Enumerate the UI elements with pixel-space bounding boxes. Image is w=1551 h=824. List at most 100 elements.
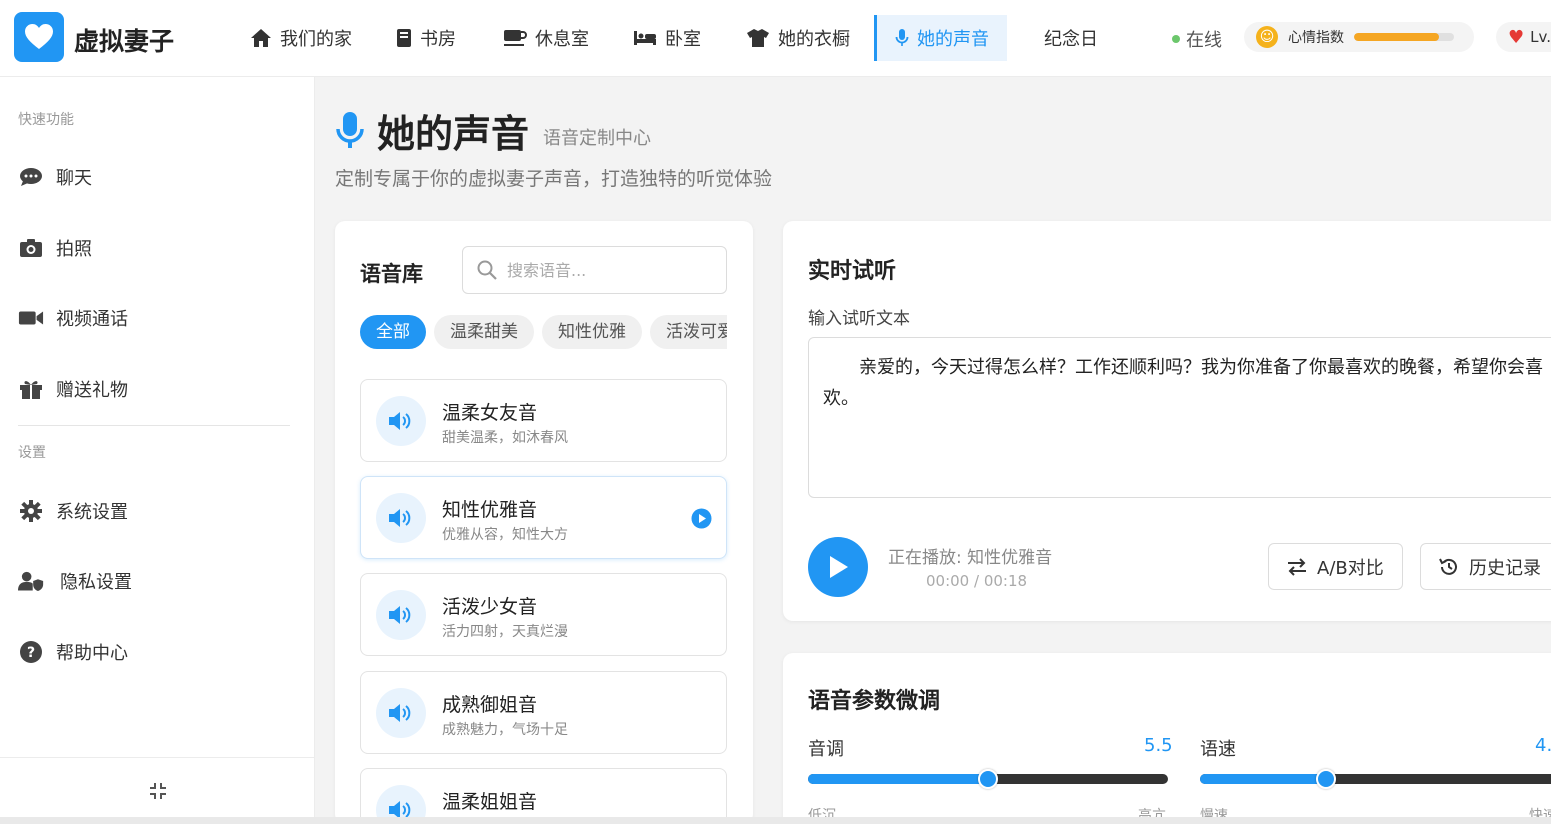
section-settings-title: 设置 [18,445,46,461]
level-badge[interactable]: ♥ Lv. [1496,22,1551,52]
sidebar: 快速功能 聊天 拍照 视频通话 赠送礼物 设置 系统设置 隐私设置 ? 帮助中心 [0,77,315,824]
filter-chip-lively[interactable]: 活泼可爱 [650,315,727,349]
online-status: 在线 [1172,26,1222,52]
filter-chip-all[interactable]: 全部 [360,315,426,349]
bottom-strip [0,817,1551,824]
sidebar-item-system-settings[interactable]: 系统设置 [18,498,128,524]
voice-desc: 优雅从容，知性大方 [442,527,568,543]
mood-bar-fill [1354,33,1439,41]
swap-arrows-icon [1288,557,1306,576]
history-button[interactable]: 历史记录 [1420,543,1551,590]
sidebar-item-label: 视频通话 [56,309,128,330]
pitch-slider-fill [808,774,988,784]
sidebar-item-help[interactable]: ? 帮助中心 [18,639,128,665]
sidebar-item-label: 帮助中心 [56,643,128,664]
nav-label: 纪念日 [1044,29,1098,50]
gear-icon [20,500,42,522]
voice-name: 活泼少女音 [442,596,538,618]
sidebar-item-label: 聊天 [56,168,92,189]
bed-icon [634,31,656,45]
search-icon [477,260,497,280]
user-shield-icon [18,571,44,591]
play-button[interactable] [808,537,868,597]
live-preview-card: 实时试听 输入试听文本 亲爱的，今天过得怎么样？工作还顺利吗？我为你准备了你最喜… [783,221,1551,621]
speed-slider-fill [1200,774,1326,784]
voice-item[interactable]: 成熟御姐音 成熟魅力，气场十足 [360,671,727,754]
microphone-icon [895,29,909,46]
heart-logo-icon[interactable] [14,12,64,62]
nav-item-wardrobe[interactable]: 她的衣橱 [746,15,850,61]
top-navbar: 虚拟妻子 我们的家 书房 休息室 卧室 她的衣橱 她的声音 纪念日 在线 ☺ 心… [0,0,1551,77]
help-icon: ? [20,641,42,663]
filter-chip-sweet[interactable]: 温柔甜美 [434,315,534,349]
svg-text:?: ? [27,645,35,661]
voice-item-selected[interactable]: 知性优雅音 优雅从容，知性大方 [360,476,727,559]
filter-chip-elegant[interactable]: 知性优雅 [542,315,642,349]
params-title: 语音参数微调 [808,689,941,714]
pitch-slider[interactable] [808,769,1168,789]
heart-icon: ♥ [1508,26,1525,48]
nav-item-lounge[interactable]: 休息室 [503,15,589,61]
pitch-value: 5.5 [1144,735,1173,756]
speed-label: 语速 [1200,739,1236,760]
speaker-icon [376,590,426,640]
sidebar-item-label: 系统设置 [56,502,128,523]
status-text: 在线 [1186,30,1222,51]
voice-name: 温柔姐姐音 [442,791,538,813]
ab-compare-button[interactable]: A/B对比 [1268,543,1403,590]
history-label: 历史记录 [1469,557,1541,579]
status-dot-icon [1172,35,1180,43]
voice-name: 知性优雅音 [442,499,538,521]
nav-item-home[interactable]: 我们的家 [250,15,352,61]
play-circle-icon[interactable] [691,508,712,533]
sidebar-item-photo[interactable]: 拍照 [18,235,92,261]
nav-item-voice[interactable]: 她的声音 [874,15,1007,61]
sidebar-divider [18,425,290,426]
search-input[interactable] [507,260,707,280]
shirt-icon [747,29,769,47]
collapse-sidebar-button[interactable] [0,757,315,824]
pitch-label: 音调 [808,739,844,760]
pitch-slider-handle[interactable] [978,769,998,789]
page-subtitle: 语音定制中心 [543,127,652,149]
nav-item-study[interactable]: 书房 [396,15,456,61]
filter-chips: 全部 温柔甜美 知性优雅 活泼可爱 [360,315,727,351]
nav-label: 她的声音 [917,29,989,50]
nav-item-bedroom[interactable]: 卧室 [633,15,701,61]
compress-icon [149,783,166,799]
speed-slider[interactable] [1200,769,1551,789]
voice-item[interactable]: 温柔姐姐音 [360,768,727,824]
nav-label: 书房 [420,29,456,50]
speed-slider-handle[interactable] [1316,769,1336,789]
history-icon [1439,558,1457,575]
level-text: Lv. [1530,28,1551,46]
app-title: 虚拟妻子 [74,27,175,56]
section-quick-title: 快速功能 [18,112,74,128]
speed-value: 4. [1535,735,1551,756]
nav-item-anniversary[interactable]: 纪念日 [1044,15,1098,61]
camera-icon [20,239,42,257]
sidebar-item-privacy[interactable]: 隐私设置 [18,568,132,594]
sidebar-item-chat[interactable]: 聊天 [18,164,92,190]
preview-input-label: 输入试听文本 [808,309,910,329]
sidebar-item-video[interactable]: 视频通话 [18,305,128,331]
smiley-icon: ☺ [1256,26,1278,48]
voice-desc: 活力四射，天真烂漫 [442,624,568,640]
page-header: 她的声音 语音定制中心 [335,103,651,158]
voice-name: 成熟御姐音 [442,694,538,716]
voice-search[interactable] [462,246,727,294]
sidebar-item-gift[interactable]: 赠送礼物 [18,376,128,402]
voice-library-card: 语音库 全部温柔甜美知性优雅活泼可爱 温柔女友音 甜美温柔，如沐春风 知性优雅音… [335,221,753,824]
sidebar-item-label: 隐私设置 [60,572,132,593]
voice-item[interactable]: 活泼少女音 活力四射，天真烂漫 [360,573,727,656]
voice-name: 温柔女友音 [442,402,538,424]
voice-item[interactable]: 温柔女友音 甜美温柔，如沐春风 [360,379,727,462]
voice-desc: 甜美温柔，如沐春风 [442,430,568,446]
nav-label: 她的衣橱 [778,29,850,50]
preview-title: 实时试听 [808,259,897,284]
preview-text-area[interactable]: 亲爱的，今天过得怎么样？工作还顺利吗？我为你准备了你最喜欢的晚餐，希望你会喜欢。 [808,337,1551,498]
mood-bar [1354,33,1454,41]
speaker-icon [376,493,426,543]
sidebar-item-label: 赠送礼物 [56,380,128,401]
microphone-icon [336,111,364,148]
